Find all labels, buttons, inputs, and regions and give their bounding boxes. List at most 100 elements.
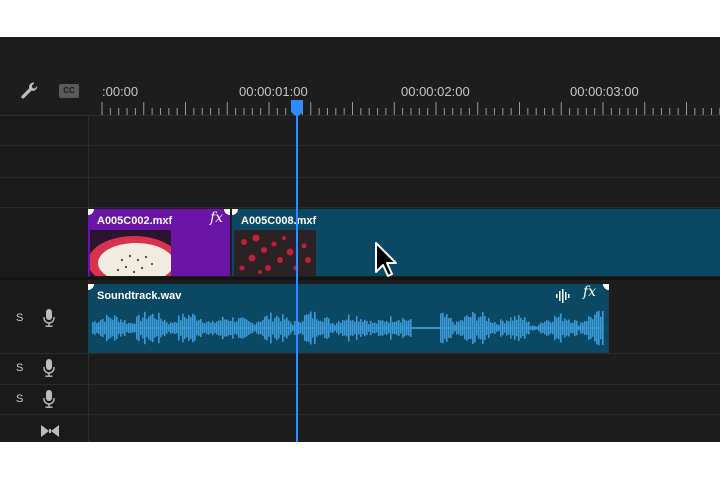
waveform-bar	[364, 319, 366, 337]
waveform-bar	[436, 327, 438, 329]
master-track-icon[interactable]	[40, 424, 60, 438]
waveform-bar	[258, 321, 260, 335]
waveform-bar	[232, 317, 234, 339]
waveform-bar	[330, 323, 332, 333]
waveform-bar	[378, 320, 380, 336]
waveform-bar	[308, 314, 310, 342]
waveform-bar	[242, 317, 244, 339]
waveform-bar	[174, 321, 176, 335]
waveform-bar	[388, 322, 390, 334]
waveform-bar	[478, 317, 480, 339]
playhead-handle[interactable]	[291, 100, 303, 112]
waveform-bar	[310, 311, 312, 345]
waveform-bar	[396, 321, 398, 335]
playhead-line[interactable]	[296, 115, 298, 442]
microphone-icon[interactable]	[43, 390, 55, 408]
waveform-bar	[286, 317, 288, 339]
closed-captions-icon[interactable]: CC	[59, 84, 79, 98]
video-clip[interactable]: A005C008.mxf	[232, 209, 720, 276]
waveform-bar	[290, 322, 292, 334]
waveform-bar	[342, 320, 344, 336]
track-divider	[0, 384, 720, 385]
waveform-bar	[138, 314, 140, 342]
wrench-icon[interactable]	[20, 81, 40, 101]
video-audio-separator[interactable]	[0, 277, 720, 280]
waveform-bar	[506, 320, 508, 336]
waveform-bar	[238, 318, 240, 338]
waveform-bar	[434, 327, 436, 329]
solo-button[interactable]: S	[16, 312, 23, 324]
waveform-bar	[104, 321, 106, 335]
waveform-bar	[122, 321, 124, 335]
waveform-bar	[562, 320, 564, 336]
clip-trim-handle[interactable]	[88, 209, 94, 215]
waveform-bar	[474, 313, 476, 343]
waveform-bar	[106, 314, 108, 342]
waveform-bar	[464, 316, 466, 340]
waveform-bar	[408, 320, 410, 336]
waveform-bar	[398, 320, 400, 336]
waveform-bar	[438, 327, 440, 329]
waveform-bar	[510, 317, 512, 339]
waveform-bar	[490, 322, 492, 334]
timecode-label: 00:00:03:00	[570, 84, 639, 99]
waveform-bar	[470, 316, 472, 340]
waveform-bar	[540, 322, 542, 334]
timecode-label: :00:00	[102, 84, 139, 99]
waveform-bar	[244, 318, 246, 338]
waveform-bar	[374, 322, 376, 334]
clip-trim-handle[interactable]	[232, 209, 238, 215]
microphone-icon[interactable]	[43, 359, 55, 377]
waveform-bar	[164, 319, 166, 337]
waveform-bar	[386, 321, 388, 335]
waveform-bar	[282, 314, 284, 342]
microphone-icon[interactable]	[43, 309, 55, 327]
waveform-bar	[184, 316, 186, 340]
track-divider	[0, 177, 720, 178]
waveform-bar	[98, 321, 100, 335]
fx-badge-icon[interactable]: fx	[210, 210, 223, 226]
waveform-bar	[552, 321, 554, 335]
waveform-bar	[576, 320, 578, 336]
audio-clip[interactable]: Soundtrack.wav fx	[88, 284, 609, 353]
time-ruler[interactable]: :00:00 00:00:01:00 00:00:02:00 00:00:03:…	[88, 37, 720, 115]
waveform-bar	[266, 315, 268, 341]
waveform-bar	[564, 318, 566, 338]
waveform-bar	[128, 322, 130, 334]
waveform-bar	[582, 322, 584, 334]
waveform-bar	[538, 324, 540, 332]
video-clip[interactable]: A005C002.mxf fx	[88, 209, 230, 276]
waveform-bar	[394, 322, 396, 334]
waveform-bar	[208, 321, 210, 335]
clip-thumbnail	[90, 230, 171, 276]
waveform-bar	[304, 315, 306, 341]
waveform-bar	[180, 320, 182, 336]
waveform-bar	[448, 318, 450, 338]
waveform-bar	[234, 322, 236, 334]
waveform-bar	[574, 320, 576, 336]
waveform-bar	[514, 316, 516, 340]
waveform-bar	[556, 317, 558, 339]
clip-trim-handle[interactable]	[224, 209, 230, 215]
waveform-bar	[278, 317, 280, 339]
waveform-bar	[520, 317, 522, 339]
waveform-bar	[468, 316, 470, 340]
waveform-bar	[120, 319, 122, 337]
waveform-bar	[442, 312, 444, 344]
waveform-bar	[284, 319, 286, 337]
waveform-bar	[592, 319, 594, 337]
waveform-bar	[536, 326, 538, 330]
waveform-bar	[502, 320, 504, 336]
solo-button[interactable]: S	[16, 393, 23, 405]
waveform-bar	[218, 320, 220, 336]
waveform-bar	[512, 320, 514, 336]
waveform-bar	[440, 313, 442, 343]
waveform-bar	[214, 322, 216, 334]
solo-button[interactable]: S	[16, 362, 23, 374]
waveform-bar	[254, 324, 256, 332]
waveform-bar	[204, 323, 206, 333]
waveform-bar	[350, 320, 352, 336]
waveform-bar	[500, 319, 502, 337]
waveform-bar	[444, 316, 446, 340]
waveform-bar	[316, 319, 318, 337]
